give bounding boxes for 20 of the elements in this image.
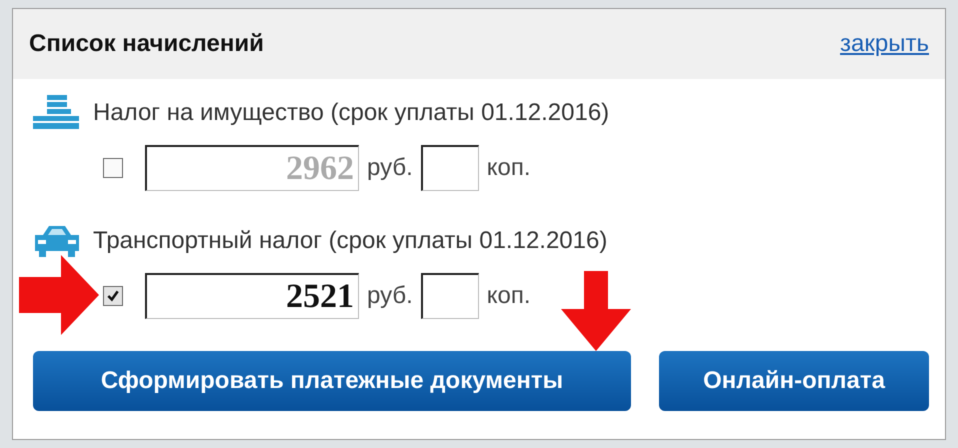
charge-title: Транспортный налог (срок уплаты 01.12.2016)	[93, 227, 608, 255]
car-icon	[33, 223, 81, 259]
rubles-unit: руб.	[367, 154, 413, 182]
kopecks-unit: коп.	[486, 154, 531, 182]
dialog-title: Список начислений	[29, 30, 264, 58]
checkbox[interactable]	[103, 158, 123, 178]
rubles-unit: руб.	[367, 282, 413, 310]
kopecks-field[interactable]	[420, 273, 479, 319]
charge-title: Налог на имущество (срок уплаты 01.12.2016)	[93, 99, 610, 127]
check-icon	[106, 289, 120, 303]
arrow-icon	[19, 255, 99, 335]
close-link[interactable]: закрыть	[840, 30, 929, 58]
action-button[interactable]: Сформировать платежные документы	[33, 351, 631, 411]
rubles-field[interactable]: 2521	[145, 273, 359, 319]
kopecks-unit: коп.	[486, 282, 531, 310]
arrow-icon	[561, 271, 631, 351]
action-button[interactable]: Онлайн-оплата	[659, 351, 929, 411]
kopecks-field[interactable]	[420, 145, 479, 191]
checkbox[interactable]	[103, 286, 123, 306]
building-icon	[33, 95, 81, 131]
